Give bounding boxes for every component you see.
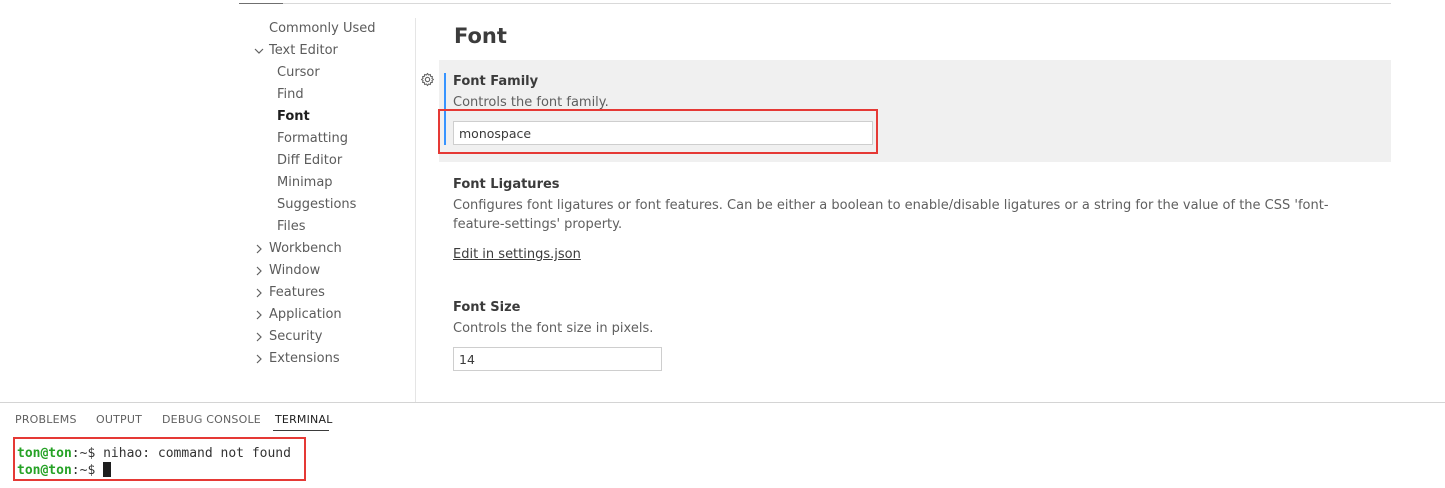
toc-item-font[interactable]: Font [277, 108, 310, 126]
chevron-right-icon[interactable] [253, 353, 265, 365]
focus-indicator [444, 73, 446, 145]
terminal-cursor [103, 462, 112, 477]
toc-item-security[interactable]: Security [269, 328, 322, 346]
section-title: Font [454, 24, 507, 48]
toc-item-commonly-used[interactable]: Commonly Used [269, 20, 376, 38]
toc-item-cursor[interactable]: Cursor [277, 64, 320, 82]
toc-item-text-editor[interactable]: Text Editor [269, 42, 338, 60]
settings-toc: Commonly Used Text Editor Cursor Find Fo… [0, 0, 415, 402]
font-family-label: Font Family [453, 74, 539, 89]
prompt-path: :~$ [71, 446, 104, 461]
toc-item-extensions[interactable]: Extensions [269, 350, 340, 368]
toc-item-features[interactable]: Features [269, 284, 325, 302]
font-size-input[interactable] [453, 347, 662, 371]
tab-terminal[interactable]: TERMINAL [275, 413, 333, 426]
prompt-path: :~$ [71, 463, 104, 478]
tab-debug-console[interactable]: DEBUG CONSOLE [162, 413, 261, 426]
toc-item-workbench[interactable]: Workbench [269, 240, 342, 258]
chevron-right-icon[interactable] [253, 265, 265, 277]
font-family-input[interactable] [453, 121, 873, 145]
font-family-description: Controls the font family. [453, 95, 609, 110]
font-size-label: Font Size [453, 300, 521, 315]
toc-item-suggestions[interactable]: Suggestions [277, 196, 356, 214]
toc-item-files[interactable]: Files [277, 218, 306, 236]
terminal-line: ton@ton:~$ [17, 462, 291, 478]
gear-icon[interactable] [420, 72, 435, 87]
tab-separator [283, 3, 1391, 4]
toc-item-diff-editor[interactable]: Diff Editor [277, 152, 342, 170]
tab-problems[interactable]: PROBLEMS [15, 413, 77, 426]
chevron-right-icon[interactable] [253, 287, 265, 299]
edit-in-settings-json-link[interactable]: Edit in settings.json [453, 247, 581, 262]
active-tab-indicator [273, 430, 329, 431]
terminal-line: ton@ton:~$ nihao: command not found [17, 446, 291, 462]
toc-item-find[interactable]: Find [277, 86, 304, 104]
chevron-right-icon[interactable] [253, 309, 265, 321]
toc-divider [415, 18, 416, 402]
toc-item-minimap[interactable]: Minimap [277, 174, 333, 192]
font-ligatures-description: Configures font ligatures or font featur… [453, 198, 1329, 232]
terminal-output[interactable]: ton@ton:~$ nihao: command not found ton@t… [17, 446, 291, 478]
chevron-down-icon[interactable] [253, 45, 265, 57]
toc-item-application[interactable]: Application [269, 306, 342, 324]
panel-border [0, 402, 1445, 403]
prompt-user: ton@ton [17, 446, 72, 461]
toc-item-window[interactable]: Window [269, 262, 320, 280]
terminal-text: nihao: command not found [103, 446, 291, 461]
font-ligatures-label: Font Ligatures [453, 177, 560, 192]
prompt-user: ton@ton [17, 463, 72, 478]
font-size-description: Controls the font size in pixels. [453, 321, 654, 336]
chevron-right-icon[interactable] [253, 243, 265, 255]
toc-item-formatting[interactable]: Formatting [277, 130, 348, 148]
settings-window: Commonly Used Text Editor Cursor Find Fo… [0, 0, 1445, 488]
chevron-right-icon[interactable] [253, 331, 265, 343]
tab-output[interactable]: OUTPUT [96, 413, 142, 426]
